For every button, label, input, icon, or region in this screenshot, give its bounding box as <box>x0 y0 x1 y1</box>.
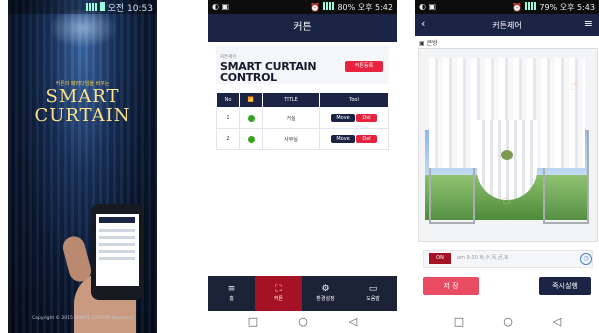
signal-icon <box>322 2 335 10</box>
nav-label: 도움말 <box>366 296 380 302</box>
nav-help[interactable]: ▭ 도움말 <box>349 276 397 311</box>
home-icon[interactable]: ○ <box>293 311 313 333</box>
phone-illustration-row <box>99 243 135 246</box>
status-bar: ◐ ▣ ⏰ 79% 오후 5:43 <box>415 0 599 14</box>
copyright: Copyright © 2015 SMART CURTAIN Reserved <box>32 316 133 321</box>
phone-illustration-header <box>99 217 135 223</box>
delete-button[interactable]: Del <box>356 114 377 122</box>
room-label: ▣ 큰방 <box>419 38 438 47</box>
hamburger-menu-icon[interactable]: ≡ <box>584 17 593 30</box>
help-icon: ▭ <box>368 284 378 294</box>
row-no: 1 <box>216 107 240 129</box>
status-dot-icon <box>247 114 255 122</box>
recent-apps-icon[interactable]: □ <box>449 311 469 333</box>
clock-icon[interactable]: ◷ <box>580 253 592 265</box>
splash-screen: 오전 10:53 커튼의 패러다임을 바꾸는 SMART CURTAIN Cop… <box>8 0 157 333</box>
nav-label: 커튼 <box>273 296 284 302</box>
status-right: ⏰ 80% 오후 5:42 <box>310 2 393 12</box>
phone-illustration-row <box>99 229 135 232</box>
phone-illustration-row <box>99 250 135 253</box>
back-icon[interactable]: ◁ <box>343 311 363 333</box>
app-notification-icon: ◐ ▣ <box>212 2 230 11</box>
pointer-hand-icon: ☝ <box>570 78 579 94</box>
status-right: ⏰ 79% 오후 5:43 <box>512 2 595 12</box>
move-button[interactable]: Move <box>331 135 355 143</box>
table-row[interactable]: 2 사무실 Move Del <box>216 128 389 150</box>
table-row[interactable]: 1 거실 Move Del <box>216 107 389 129</box>
nav-settings[interactable]: ⚙ 환경설정 <box>302 276 349 311</box>
page-title: 커튼제어 <box>492 21 522 30</box>
phone-illustration-row <box>99 257 135 260</box>
signal-icon <box>85 3 98 11</box>
brand-line-1: SMART <box>45 86 120 107</box>
battery-icon <box>99 2 105 11</box>
control-screen: ◐ ▣ ⏰ 80% 오후 5:42 커튼 커튼제어 SMART CURTAIN … <box>208 0 397 311</box>
curtain-tie <box>501 150 513 160</box>
register-curtain-button[interactable]: 커튼등록 <box>345 61 383 72</box>
app-notification-icon: ◐ ▣ <box>419 2 437 11</box>
card-title-line-2: CONTROL <box>220 71 277 84</box>
home-icon[interactable]: ○ <box>498 311 518 333</box>
nav-label: 환경설정 <box>316 296 335 302</box>
status-text: 79% 오후 5:43 <box>539 3 595 12</box>
row-title: 사무실 <box>262 128 320 150</box>
row-no: 2 <box>216 128 240 150</box>
power-toggle[interactable]: ON <box>429 253 451 264</box>
room-icon: ▣ <box>419 40 425 47</box>
move-button[interactable]: Move <box>331 114 355 122</box>
row-tools: Move Del <box>319 128 389 150</box>
curtain-table: No 📶 TITLE Tool 1 거실 Move Del 2 사무실 Move… <box>216 92 389 150</box>
recent-apps-icon[interactable]: □ <box>243 311 263 333</box>
run-now-button[interactable]: 즉시실행 <box>539 277 591 295</box>
col-status: 📶 <box>239 92 263 108</box>
curtain-drape <box>477 120 537 200</box>
gear-icon: ⚙ <box>321 284 330 294</box>
row-status <box>239 128 263 150</box>
nav-label: 홈 <box>229 296 234 302</box>
wifi-icon: 📶 <box>247 97 255 103</box>
row-status <box>239 107 263 129</box>
room-name: 큰방 <box>426 40 438 47</box>
schedule-text: am 9:30 화,수,목,금,토 <box>457 255 509 261</box>
status-text: 80% 오후 5:42 <box>337 3 393 12</box>
signal-icon <box>524 2 537 10</box>
status-bar: ◐ ▣ ⏰ 80% 오후 5:42 <box>208 0 397 14</box>
page-title: 커튼 <box>208 14 397 42</box>
save-button[interactable]: 저 장 <box>423 277 479 295</box>
curtain-icon: ⛶ <box>275 284 282 294</box>
back-icon[interactable]: ◁ <box>547 311 567 333</box>
table-header: No 📶 TITLE Tool <box>216 92 389 108</box>
col-tool: Tool <box>319 92 389 108</box>
row-title: 거실 <box>262 107 320 129</box>
brand-logo: SMART CURTAIN <box>8 87 157 125</box>
phone-illustration-row <box>99 236 135 239</box>
status-dot-icon <box>247 135 255 143</box>
nav-home[interactable]: ≡ 홈 <box>208 276 255 311</box>
nav-curtain[interactable]: ⛶ 커튼 <box>255 276 302 311</box>
detail-screen: ◐ ▣ ⏰ 79% 오후 5:43 ‹ 커튼제어 ≡ ▣ 큰방 ☝ ☝ ON a… <box>415 0 599 311</box>
header-bar: ‹ 커튼제어 ≡ <box>415 14 599 36</box>
row-tools: Move Del <box>319 107 389 129</box>
spotlight-glow <box>48 8 118 48</box>
col-no: No <box>216 92 240 108</box>
delete-button[interactable]: Del <box>356 135 377 143</box>
status-time-text: 오전 10:53 <box>107 4 153 14</box>
menu-icon: ≡ <box>227 284 236 294</box>
pointer-hand-icon: ☝ <box>502 192 511 208</box>
status-bar: 오전 10:53 <box>8 0 157 14</box>
brand-line-2: CURTAIN <box>34 105 131 126</box>
col-title: TITLE <box>262 92 320 108</box>
status-time: 오전 10:53 <box>85 1 153 14</box>
